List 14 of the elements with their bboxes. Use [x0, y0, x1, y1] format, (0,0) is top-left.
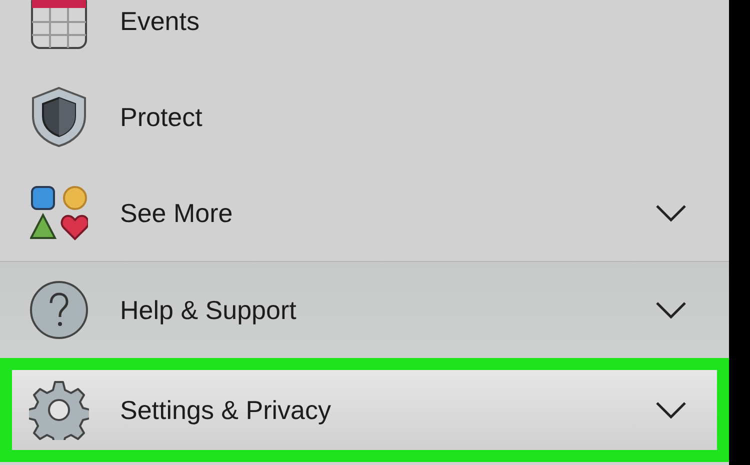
menu-item[interactable]: Events — [0, 0, 729, 69]
menu-item[interactable]: Protect — [0, 69, 729, 165]
menu-item-label: See More — [120, 196, 234, 230]
shapes-icon — [30, 185, 88, 241]
menu-item-label: Settings & Privacy — [120, 394, 332, 426]
menu-item[interactable]: Settings & Privacy — [0, 358, 729, 462]
menu-item-label: Help & Support — [120, 294, 298, 326]
menu-item-label: Protect — [120, 100, 204, 134]
menu-item[interactable]: See More — [0, 165, 729, 261]
shield-icon — [31, 86, 87, 148]
menu-item[interactable]: Help & Support — [0, 262, 729, 358]
menu-item-label: Events — [120, 4, 200, 38]
settings-icon — [29, 380, 89, 440]
help-icon — [29, 280, 89, 340]
